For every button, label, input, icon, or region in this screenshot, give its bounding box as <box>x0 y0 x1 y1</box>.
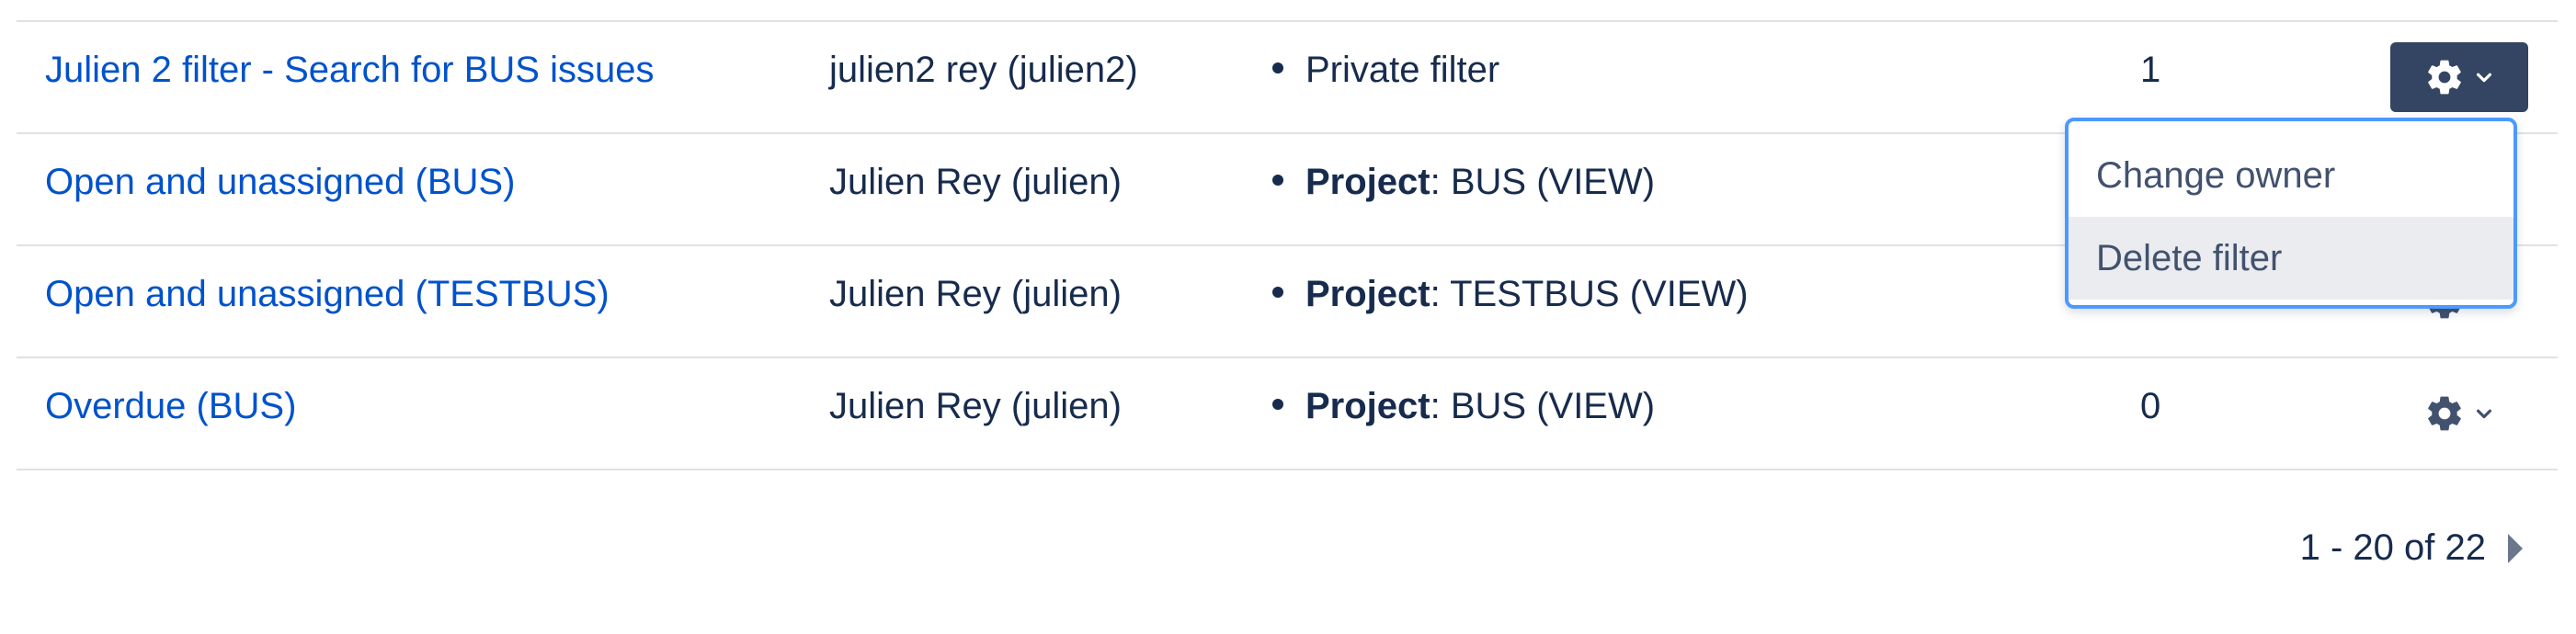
filter-name-link[interactable]: Overdue (BUS) <box>45 386 296 426</box>
table-row: Overdue (BUS) Julien Rey (julien) Projec… <box>17 358 2558 470</box>
filter-owner: Julien Rey (julien) <box>829 386 1122 426</box>
share-type: Project <box>1305 274 1430 314</box>
filter-owner: Julien Rey (julien) <box>829 274 1122 314</box>
filter-favourite-count: 1 <box>2140 50 2161 90</box>
filter-name-cell: Julien 2 filter - Search for BUS issues <box>45 22 654 132</box>
chevron-right-icon[interactable] <box>2508 533 2523 563</box>
delete-filter-menu-item[interactable]: Delete filter <box>2069 217 2513 300</box>
filter-shared-with: Project: TESTBUS (VIEW) <box>1272 246 1749 357</box>
bullet-icon <box>1272 62 1283 74</box>
filters-page: Julien 2 filter - Search for BUS issues … <box>0 0 2576 634</box>
share-value: Private filter <box>1305 50 1500 90</box>
filter-name-link[interactable]: Open and unassigned (BUS) <box>45 162 515 202</box>
bullet-icon <box>1272 399 1283 411</box>
chevron-down-icon <box>2476 73 2492 83</box>
filter-name-link[interactable]: Julien 2 filter - Search for BUS issues <box>45 50 654 90</box>
gear-icon <box>2428 396 2461 431</box>
share-type: Project <box>1305 162 1430 202</box>
bullet-icon <box>1272 175 1283 187</box>
filter-shared-with: Private filter <box>1272 22 1499 132</box>
actions-dropdown-menu: Change owner Delete filter <box>2065 118 2517 309</box>
actions-menu-button[interactable] <box>2390 379 2528 448</box>
filter-shared-with: Project: BUS (VIEW) <box>1272 134 1655 244</box>
filter-name-cell: Open and unassigned (BUS) <box>45 134 515 244</box>
share-value: : BUS (VIEW) <box>1430 386 1656 426</box>
share-value: : TESTBUS (VIEW) <box>1430 274 1749 314</box>
filter-favourite-count: 0 <box>2140 386 2161 426</box>
filter-name-cell: Open and unassigned (TESTBUS) <box>45 246 610 357</box>
share-type: Project <box>1305 386 1430 426</box>
pagination: 1 - 20 of 22 <box>2300 527 2523 569</box>
bullet-icon <box>1272 287 1283 299</box>
actions-menu-button[interactable] <box>2390 42 2528 112</box>
chevron-down-icon <box>2476 409 2492 419</box>
change-owner-menu-item[interactable]: Change owner <box>2069 134 2513 217</box>
pagination-range: 1 - 20 of 22 <box>2299 527 2486 568</box>
share-value: : BUS (VIEW) <box>1430 162 1656 202</box>
filter-name-cell: Overdue (BUS) <box>45 358 296 469</box>
filter-owner: julien2 rey (julien2) <box>829 50 1138 90</box>
filter-shared-with: Project: BUS (VIEW) <box>1272 358 1655 469</box>
filter-owner: Julien Rey (julien) <box>829 162 1122 202</box>
gear-icon <box>2428 60 2461 95</box>
filter-name-link[interactable]: Open and unassigned (TESTBUS) <box>45 274 610 314</box>
